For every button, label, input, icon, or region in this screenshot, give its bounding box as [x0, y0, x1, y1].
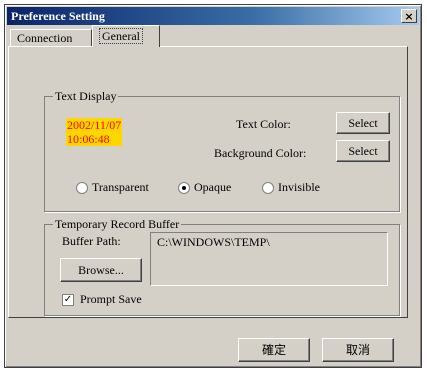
check-icon: ✓ [63, 294, 73, 305]
transparent-radio[interactable] [76, 182, 88, 194]
cancel-button-label: 取消 [345, 343, 370, 357]
prompt-save-checkbox[interactable]: ✓ [62, 294, 74, 306]
timestamp-time: 10:06:48 [67, 132, 110, 146]
close-button[interactable]: × [401, 9, 417, 23]
background-color-select-button[interactable]: Select [336, 140, 390, 162]
close-icon: × [404, 10, 414, 23]
tab-connection[interactable]: Connection [10, 29, 92, 46]
tab-connection-label: Connection [17, 31, 73, 45]
cancel-button[interactable]: 取消 [322, 338, 394, 362]
text-display-group-label: Text Display [53, 89, 119, 103]
tab-general-label: General [99, 28, 143, 44]
timestamp-date: 2002/11/07 [67, 118, 122, 132]
invisible-radio-label[interactable]: Invisible [278, 180, 320, 195]
timestamp-preview: 2002/11/07 10:06:48 [66, 118, 123, 146]
opaque-radio-label[interactable]: Opaque [194, 180, 231, 195]
background-color-label: Background Color: [214, 146, 307, 160]
background-color-select-label: Select [348, 144, 378, 158]
browse-button-label: Browse... [78, 263, 124, 277]
invisible-radio[interactable] [262, 182, 274, 194]
buffer-path-value: C:\WINDOWS\TEMP\ [157, 235, 270, 249]
tab-general[interactable]: General [92, 25, 160, 47]
prompt-save-label[interactable]: Prompt Save [80, 292, 142, 307]
browse-button[interactable]: Browse... [60, 258, 142, 282]
window-title: Preference Setting [11, 9, 105, 23]
buffer-path-field[interactable]: C:\WINDOWS\TEMP\ [150, 232, 388, 286]
text-color-select-button[interactable]: Select [336, 112, 390, 134]
temp-buffer-group-label: Temporary Record Buffer [53, 217, 182, 231]
text-color-label: Text Color: [236, 117, 291, 131]
ok-button[interactable]: 確定 [238, 338, 310, 362]
ok-button-label: 確定 [261, 343, 286, 357]
buffer-path-label: Buffer Path: [62, 234, 121, 248]
text-color-select-label: Select [348, 116, 378, 130]
transparent-radio-label[interactable]: Transparent [92, 180, 149, 195]
title-bar[interactable]: Preference Setting × [7, 7, 419, 25]
opaque-radio[interactable] [178, 182, 190, 194]
